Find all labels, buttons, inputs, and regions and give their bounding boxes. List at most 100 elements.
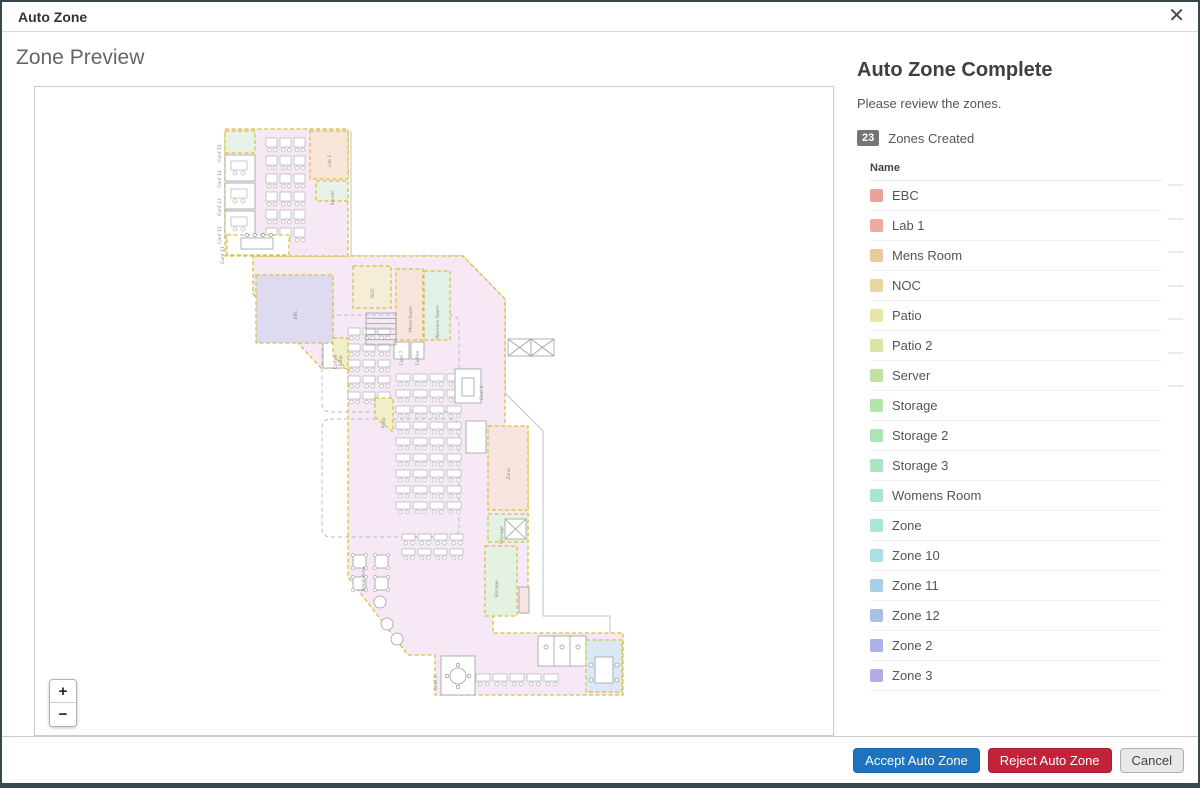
zone-list-item[interactable]: Patio 2 [870,331,1162,361]
zone-color-swatch [870,339,883,352]
zone-color-swatch [870,579,883,592]
zone-name-label: Zone 11 [892,578,939,593]
zone-color-swatch [870,369,883,382]
svg-text:NOC: NOC [370,288,376,298]
svg-text:Patio: Patio [381,417,387,428]
zone-list-item[interactable]: Zone 12 [870,601,1162,631]
svg-text:Storage: Storage [494,580,500,598]
zones-created-label: Zones Created [888,131,974,146]
title-bar: Auto Zone ✕ [2,2,1198,32]
svg-text:Conf 11: Conf 11 [220,246,226,264]
zone-list-item[interactable]: EBC [870,181,1162,211]
zone-name-label: Zone 2 [892,638,932,653]
dialog-footer: Accept Auto Zone Reject Auto Zone Cancel [2,736,1198,783]
zone-color-swatch [870,249,883,262]
zone-list-item[interactable]: Storage 3 [870,451,1162,481]
zone-color-swatch [870,279,883,292]
zone-color-swatch [870,639,883,652]
auto-zone-dialog: Auto Zone ✕ Zone Preview Conf 15Conf 14C… [0,0,1200,788]
zone-name-label: Server [892,368,930,383]
svg-text:EBC: EBC [293,311,299,320]
svg-text:Conf 13: Conf 13 [217,198,223,216]
accept-auto-zone-button[interactable]: Accept Auto Zone [853,748,980,773]
zones-created-row: 23 Zones Created [857,130,974,146]
zone-list-item[interactable]: Storage [870,391,1162,421]
zone-name-label: Patio [892,308,922,323]
svg-text:Conf 14: Conf 14 [217,170,223,188]
svg-text:Break Area: Break Area [361,566,367,591]
svg-text:Zone: Zone [506,468,512,480]
zone-name-label: Lab 1 [892,218,925,233]
list-gutter-dash [1168,285,1183,287]
list-gutter-dash [1168,184,1183,186]
zone-color-swatch [870,519,883,532]
zone-color-swatch [870,309,883,322]
zone-name-label: Womens Room [892,488,981,503]
list-gutter-dash [1168,318,1183,320]
zone-list-item[interactable]: NOC [870,271,1162,301]
auto-zone-complete-heading: Auto Zone Complete [857,59,1053,82]
dialog-title: Auto Zone [18,9,87,25]
reject-auto-zone-button[interactable]: Reject Auto Zone [988,748,1112,773]
zoom-in-button[interactable]: + [50,680,76,703]
zone-list-item[interactable]: Zone 2 [870,631,1162,661]
svg-text:Conf 3: Conf 3 [433,676,439,691]
zone-color-swatch [870,669,883,682]
zone-color-swatch [870,189,883,202]
svg-text:Conf 7: Conf 7 [399,351,405,366]
zones-count-badge: 23 [857,130,879,146]
zone-preview-map[interactable]: Conf 15 Conf 14 Conf 13 Conf 12 Conf 11 Lab 1… [34,86,834,736]
zoom-out-button[interactable]: − [50,703,76,726]
svg-text:Conf 15: Conf 15 [217,144,223,162]
zone-name-label: Storage 2 [892,428,948,443]
zone-color-swatch [870,459,883,472]
zone-list-item[interactable]: Mens Room [870,241,1162,271]
svg-text:Storage: Storage [499,526,505,544]
zone-list-item[interactable]: Womens Room [870,481,1162,511]
zone-list-item[interactable]: Storage 2 [870,421,1162,451]
zone-list-item[interactable]: Zone [870,511,1162,541]
zone-color-swatch [870,219,883,232]
zone-list: Name EBC Lab 1 Mens Room NOC Patio Patio 2 Ser… [870,162,1162,691]
zone-name-label: NOC [892,278,921,293]
list-gutter-dash [1168,251,1183,253]
zone-name-label: EBC [892,188,919,203]
svg-text:Conf 12: Conf 12 [217,226,223,244]
zone-list-name-header: Name [870,162,1162,181]
list-gutter-dash [1168,218,1183,220]
svg-text:Server: Server [330,190,336,205]
svg-text:Conf 4: Conf 4 [479,386,485,401]
zone-color-swatch [870,609,883,622]
list-gutter-dash [1168,385,1183,387]
zone-name-label: Storage 3 [892,458,948,473]
floorplan-svg: Conf 15 Conf 14 Conf 13 Conf 12 Conf 11 Lab 1… [35,87,831,733]
cancel-button[interactable]: Cancel [1120,748,1184,773]
zone-preview-heading: Zone Preview [16,46,144,70]
zone-color-swatch [870,489,883,502]
zone-color-swatch [870,399,883,412]
zone-color-swatch [870,429,883,442]
svg-text:Lab 1: Lab 1 [327,155,333,168]
zone-name-label: Mens Room [892,248,962,263]
zone-list-item[interactable]: Server [870,361,1162,391]
zone-list-item[interactable]: Zone 11 [870,571,1162,601]
zone-name-label: Zone 12 [892,608,940,623]
map-zoom-controls: + − [49,679,77,727]
svg-text:Coffee: Coffee [415,351,421,366]
svg-text:Womens Room: Womens Room [435,305,441,339]
zone-name-label: Patio 2 [892,338,932,353]
list-gutter-dash [1168,352,1183,354]
zone-list-item[interactable]: Patio [870,301,1162,331]
svg-text:Mens Room: Mens Room [408,306,414,332]
zone-color-swatch [870,549,883,562]
close-icon[interactable]: ✕ [1168,4,1185,28]
zone-list-item[interactable]: Lab 1 [870,211,1162,241]
zone-name-label: Zone [892,518,922,533]
review-zones-text: Please review the zones. [857,96,1002,111]
zone-list-item[interactable]: Zone 3 [870,661,1162,691]
zone-name-label: Zone 10 [892,548,940,563]
svg-text:Patio: Patio [338,355,344,366]
zone-list-item[interactable]: Zone 10 [870,541,1162,571]
zone-name-label: Zone 3 [892,668,932,683]
zone-name-label: Storage [892,398,938,413]
